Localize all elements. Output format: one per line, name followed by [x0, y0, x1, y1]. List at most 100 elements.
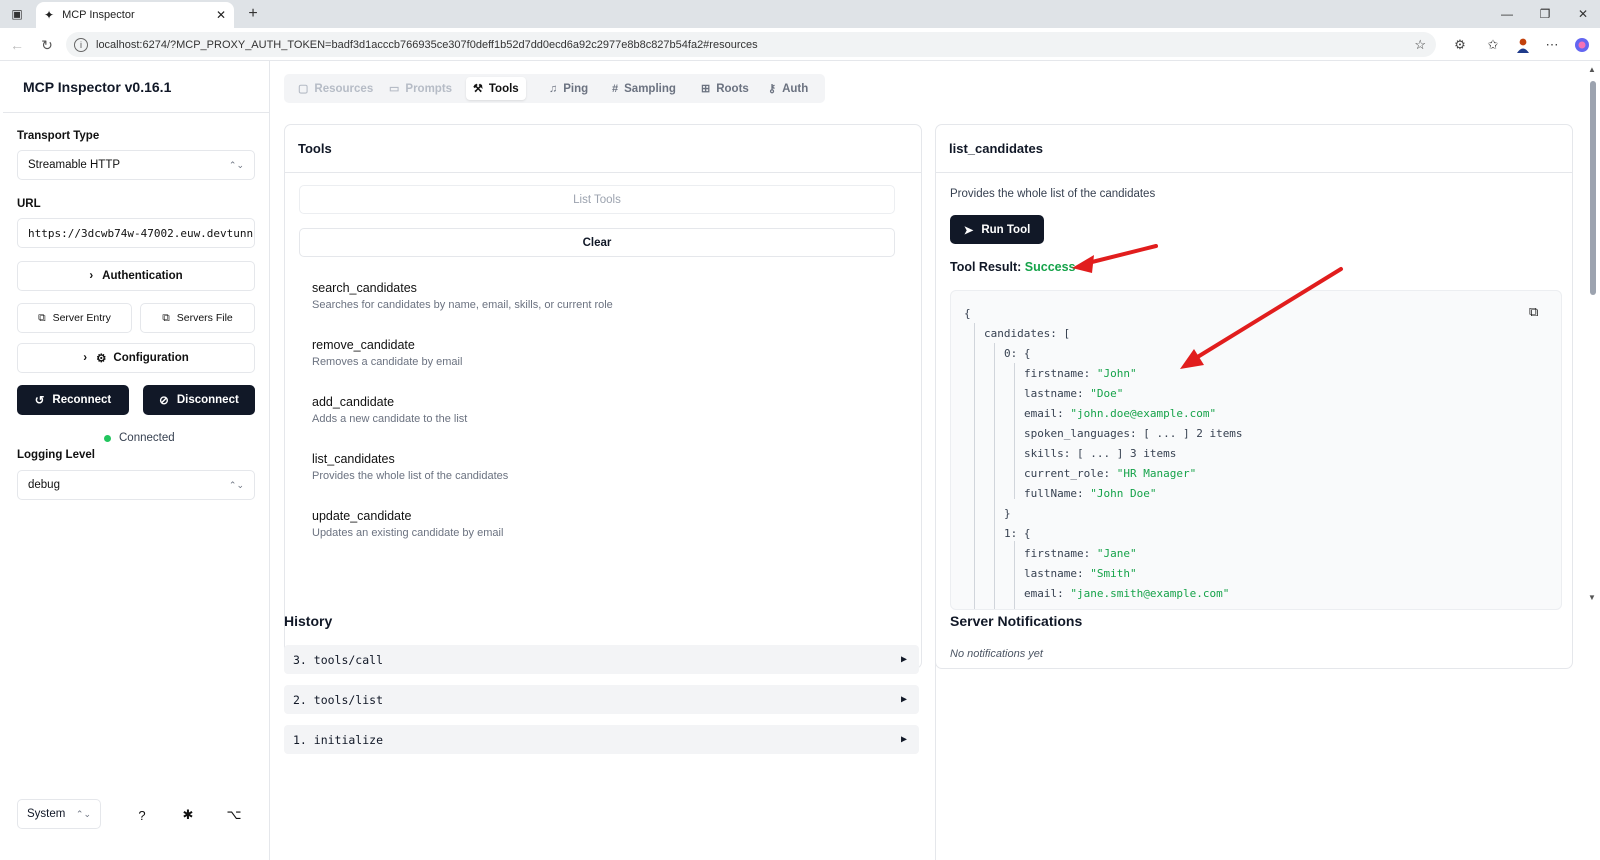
key-icon: ⚷ [768, 83, 777, 95]
expand-triangle-icon: ▶ [900, 654, 907, 665]
tab-sampling[interactable]: # Sampling [605, 77, 683, 100]
logging-level-label: Logging Level [17, 449, 95, 461]
copy-icon: ⧉ [38, 311, 46, 324]
tool-item-search-candidates[interactable]: search_candidates Searches for candidate… [312, 281, 613, 311]
close-window-button[interactable]: ✕ [1566, 0, 1600, 28]
more-icon[interactable]: ⋯ [1542, 36, 1562, 54]
expand-triangle-icon: ▶ [900, 694, 907, 705]
transport-type-label: Transport Type [17, 130, 100, 142]
expand-triangle-icon: ▶ [900, 734, 907, 745]
tool-item-update-candidate[interactable]: update_candidate Updates an existing can… [312, 509, 503, 539]
tab-prompts-label: Prompts [405, 82, 453, 95]
new-tab-icon[interactable]: + [236, 0, 270, 28]
favorite-star-icon[interactable]: ☆ [1414, 37, 1426, 53]
url-input[interactable]: https://3dcwb74w-47002.euw.devtunn [17, 218, 255, 248]
history-item[interactable]: 1. initialize ▶ [284, 725, 919, 754]
tab-roots-label: Roots [716, 82, 749, 95]
chevron-up-down-icon: ⌃⌄ [228, 159, 244, 170]
tab-tools[interactable]: ⚒ Tools [466, 77, 526, 100]
mcp-logo-icon: ✦ [44, 8, 55, 22]
close-tab-icon[interactable]: ✕ [216, 8, 226, 22]
server-entry-label: Server Entry [52, 312, 111, 324]
tab-roots[interactable]: ⊞ Roots [694, 77, 756, 100]
tools-panel-title: Tools [298, 141, 332, 156]
tool-item-add-candidate[interactable]: add_candidate Adds a new candidate to th… [312, 395, 467, 425]
browser-tab-bar: ▣ ✦ MCP Inspector ✕ + — ❐ ✕ [0, 0, 1600, 28]
clear-button[interactable]: Clear [299, 228, 895, 257]
browser-tab[interactable]: ✦ MCP Inspector ✕ [36, 2, 234, 28]
tab-resources[interactable]: ▢ Resources [291, 77, 380, 100]
url-input-value: https://3dcwb74w-47002.euw.devtunn [28, 226, 254, 240]
sidebar-toggle-icon[interactable]: ▣ [0, 0, 34, 28]
server-entry-button[interactable]: ⧉ Server Entry [17, 303, 132, 333]
tool-desc: Updates an existing candidate by email [312, 527, 504, 539]
arrow-to-result [1072, 244, 1158, 273]
annotation-arrows [1072, 244, 1343, 369]
tool-name: update_candidate [312, 509, 412, 523]
configuration-button[interactable]: › ⚙ Configuration [17, 343, 255, 373]
no-notifications-text: No notifications yet [950, 648, 1043, 660]
extensions-icon[interactable]: ⚙ [1450, 36, 1470, 54]
tool-desc: Adds a new candidate to the list [312, 413, 468, 425]
tab-ping[interactable]: ♫ Ping [542, 77, 595, 100]
file-icon: ▢ [298, 83, 309, 95]
servers-file-button[interactable]: ⧉ Servers File [140, 303, 255, 333]
list-tools-button[interactable]: List Tools [299, 185, 895, 214]
arrow-to-json [1180, 267, 1343, 369]
tool-name: remove_candidate [312, 338, 415, 352]
github-icon[interactable]: ⌥ [225, 806, 243, 824]
authentication-button[interactable]: › Authentication [17, 261, 255, 291]
browser-tab-title: MCP Inspector [62, 9, 135, 21]
chat-icon: ▭ [389, 83, 400, 95]
tool-name: search_candidates [312, 281, 417, 295]
restore-button[interactable]: ❐ [1528, 0, 1562, 28]
tab-auth[interactable]: ⚷ Auth [761, 77, 815, 100]
reconnect-label: Reconnect [52, 394, 112, 406]
scrollbar-thumb[interactable] [1590, 81, 1596, 295]
authentication-label: Authentication [102, 270, 183, 282]
address-bar[interactable]: i localhost:6274/?MCP_PROXY_AUTH_TOKEN=b… [66, 32, 1436, 57]
chevron-right-icon: › [89, 270, 94, 282]
minimize-button[interactable]: — [1490, 0, 1524, 28]
scroll-up-icon[interactable]: ▲ [1588, 65, 1596, 74]
theme-select[interactable]: System ⌃⌄ [17, 799, 101, 829]
history-item-label: 3. tools/call [293, 652, 384, 667]
app-title: MCP Inspector v0.16.1 [3, 61, 269, 113]
tool-item-list-candidates[interactable]: list_candidates Provides the whole list … [312, 452, 508, 482]
divider [285, 172, 921, 173]
history-item[interactable]: 2. tools/list ▶ [284, 685, 919, 714]
reload-icon[interactable]: ↻ [36, 34, 58, 56]
folder-tree-icon: ⊞ [701, 83, 711, 95]
tab-prompts[interactable]: ▭ Prompts [382, 77, 459, 100]
tool-item-remove-candidate[interactable]: remove_candidate Removes a candidate by … [312, 338, 462, 368]
history-item[interactable]: 3. tools/call ▶ [284, 645, 919, 674]
disconnect-label: Disconnect [176, 394, 239, 406]
favorites-icon[interactable]: ✩ [1483, 36, 1503, 54]
disconnect-button[interactable]: ⊘ Disconnect [143, 385, 255, 415]
bug-icon[interactable]: ✱ [179, 806, 197, 824]
tool-desc: Searches for candidates by name, email, … [312, 299, 613, 311]
tool-desc: Removes a candidate by email [312, 356, 463, 368]
bell-icon: ♫ [549, 82, 558, 95]
connection-status: Connected [104, 432, 175, 444]
transport-type-select[interactable]: Streamable HTTP ⌃⌄ [17, 150, 255, 180]
back-icon[interactable]: ← [6, 34, 28, 56]
profile-avatar-icon[interactable] [1513, 36, 1533, 54]
help-icon[interactable]: ? [133, 806, 151, 824]
configuration-label: Configuration [113, 352, 189, 364]
status-dot-icon [104, 434, 111, 442]
info-icon[interactable]: i [74, 37, 88, 52]
url-text: localhost:6274/?MCP_PROXY_AUTH_TOKEN=bad… [96, 38, 758, 51]
tool-detail-panel: list_candidates Provides the whole list … [935, 124, 1573, 669]
tab-tools-label: Tools [488, 82, 519, 95]
main-tabs: ▢ Resources ▭ Prompts ⚒ Tools ♫ Ping # Sampli… [284, 74, 825, 103]
transport-type-value: Streamable HTTP [28, 159, 121, 171]
reconnect-button[interactable]: ↺ Reconnect [17, 385, 129, 415]
logging-level-select[interactable]: debug ⌃⌄ [17, 470, 255, 500]
copilot-icon[interactable] [1572, 36, 1592, 54]
chevron-up-down-icon: ⌃⌄ [75, 808, 91, 819]
hash-icon: # [612, 82, 619, 95]
scroll-down-icon[interactable]: ▼ [1588, 593, 1596, 602]
gear-icon: ⚙ [96, 353, 107, 365]
tab-sampling-label: Sampling [624, 82, 676, 95]
